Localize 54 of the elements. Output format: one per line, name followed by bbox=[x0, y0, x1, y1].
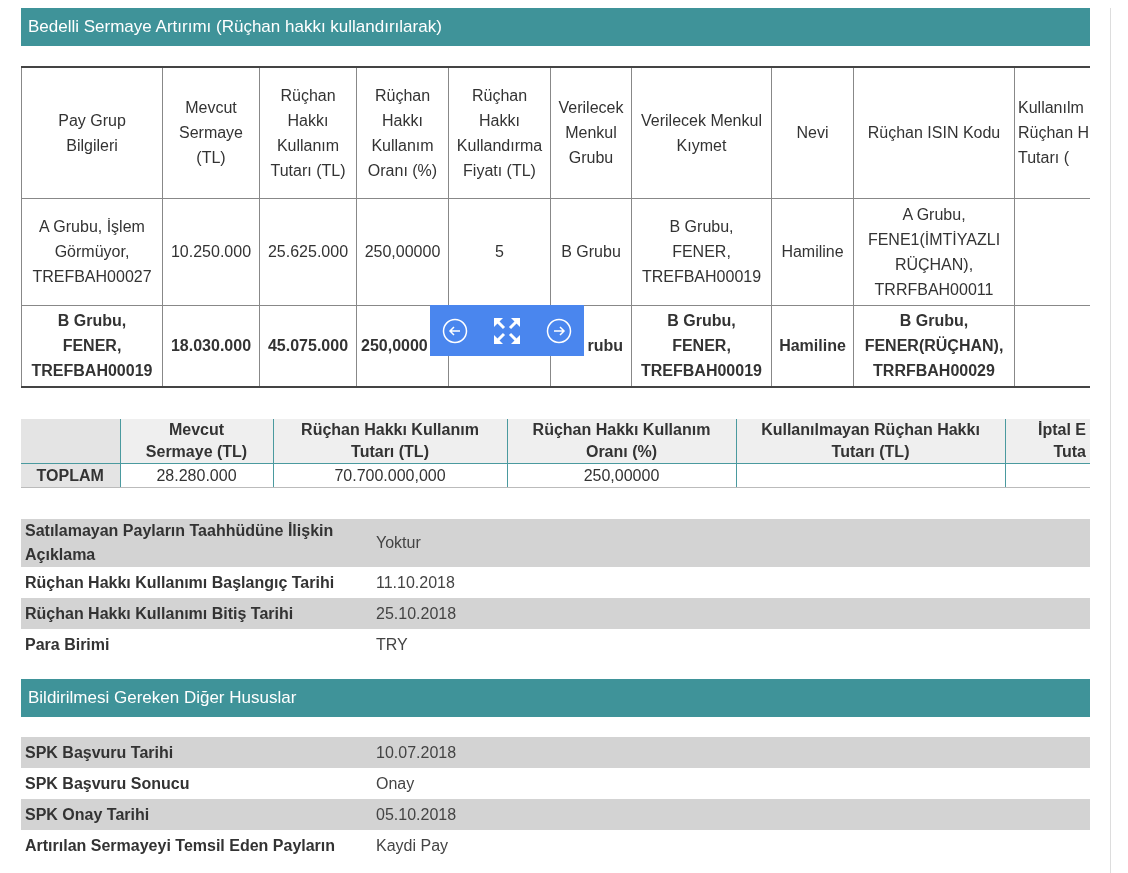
column-header: Rüçhan Hakkı Kullanım Oranı (%) bbox=[356, 67, 449, 198]
field-value: TRY bbox=[376, 634, 408, 655]
field-value: 05.10.2018 bbox=[376, 804, 457, 825]
field-value: Yoktur bbox=[376, 533, 421, 553]
fullscreen-button[interactable] bbox=[493, 316, 521, 345]
field-label: SPK Başvuru Sonucu bbox=[24, 773, 191, 794]
table-cell: 45.075.000 bbox=[259, 305, 357, 387]
expand-icon bbox=[493, 316, 521, 345]
field-label: Rüçhan Hakkı Kullanımı Bitiş Tarihi bbox=[24, 603, 295, 624]
field-value: 25.10.2018 bbox=[376, 603, 457, 624]
field-value: 11.10.2018 bbox=[376, 572, 455, 593]
table-cell: 10.250.000 bbox=[162, 198, 260, 305]
column-header: Nevi bbox=[771, 67, 854, 198]
field-value: Onay bbox=[376, 773, 415, 794]
field-label: Rüçhan Hakkı Kullanımı Başlangıç Tarihi bbox=[24, 572, 336, 593]
field-label: Para Birimi bbox=[24, 634, 111, 655]
column-header: Rüçhan Hakkı Kullandırma Fiyatı (TL) bbox=[448, 67, 551, 198]
column-header: Kullanılm Rüçhan H Tutarı ( bbox=[1014, 67, 1090, 198]
row-header: TOPLAM bbox=[21, 463, 120, 488]
column-header: Verilecek Menkul Kıymet bbox=[631, 67, 772, 198]
column-header: Verilecek Menkul Grubu bbox=[550, 67, 632, 198]
table-cell: 250,00000 bbox=[356, 198, 449, 305]
field-label: SPK Onay Tarihi bbox=[24, 804, 151, 825]
column-header: Mevcut Sermaye (TL) bbox=[162, 67, 260, 198]
table-cell: B Grubu, FENER, TREFBAH00019 bbox=[631, 198, 772, 305]
table-cell: Hamiline bbox=[771, 305, 854, 387]
table-cell: B Grubu, FENER, TREFBAH00019 bbox=[21, 305, 163, 387]
table-cell: 70.700.000,000 bbox=[273, 463, 507, 488]
column-header: Kullanılmayan Rüçhan Hakkı Tutarı (TL) bbox=[736, 419, 1005, 464]
table-cell: A Grubu, FENE1(İMTİYAZLI RÜÇHAN), TRRFBAH00011 bbox=[853, 198, 1015, 305]
column-header: Rüçhan Hakkı Kullanım Oranı (%) bbox=[507, 419, 736, 464]
table-cell: 18.030.000 bbox=[162, 305, 260, 387]
table-cell: 250,00000 bbox=[507, 463, 736, 488]
column-header: Rüçhan ISIN Kodu bbox=[853, 67, 1015, 198]
column-header: Pay Grup Bilgileri bbox=[21, 67, 163, 198]
field-label: Artırılan Sermayeyi Temsil Eden Payların bbox=[24, 835, 337, 856]
section-title: Bedelli Sermaye Artırımı (Rüçhan hakkı kullandırılarak) bbox=[21, 8, 1090, 46]
column-header: İptal E Tuta bbox=[1005, 419, 1090, 464]
table-cell: B Grubu, FENER(RÜÇHAN), TRRFBAH00029 bbox=[853, 305, 1015, 387]
previous-button[interactable] bbox=[442, 317, 468, 344]
table-cell: Hamiline bbox=[771, 198, 854, 305]
field-value: 10.07.2018 bbox=[376, 742, 457, 763]
table-cell: B Grubu, FENER, TREFBAH00019 bbox=[631, 305, 772, 387]
next-button[interactable] bbox=[546, 317, 572, 344]
field-label: Satılamayan Payların Taahhüdüne İlişkin Açıklama bbox=[24, 521, 335, 565]
table-cell: 28.280.000 bbox=[120, 463, 273, 488]
field-value: Kaydi Pay bbox=[376, 835, 449, 856]
column-header: Rüçhan Hakkı Kullanım Tutarı (TL) bbox=[259, 67, 357, 198]
table-cell: 25.625.000 bbox=[259, 198, 357, 305]
section-title: Bildirilmesi Gereken Diğer Hususlar bbox=[21, 679, 1090, 717]
column-header: Mevcut Sermaye (TL) bbox=[120, 419, 273, 464]
field-label: SPK Başvuru Tarihi bbox=[24, 742, 175, 763]
column-header: Rüçhan Hakkı Kullanım Tutarı (TL) bbox=[273, 419, 507, 464]
table-cell: A Grubu, İşlem Görmüyor, TREFBAH00027 bbox=[21, 198, 163, 305]
